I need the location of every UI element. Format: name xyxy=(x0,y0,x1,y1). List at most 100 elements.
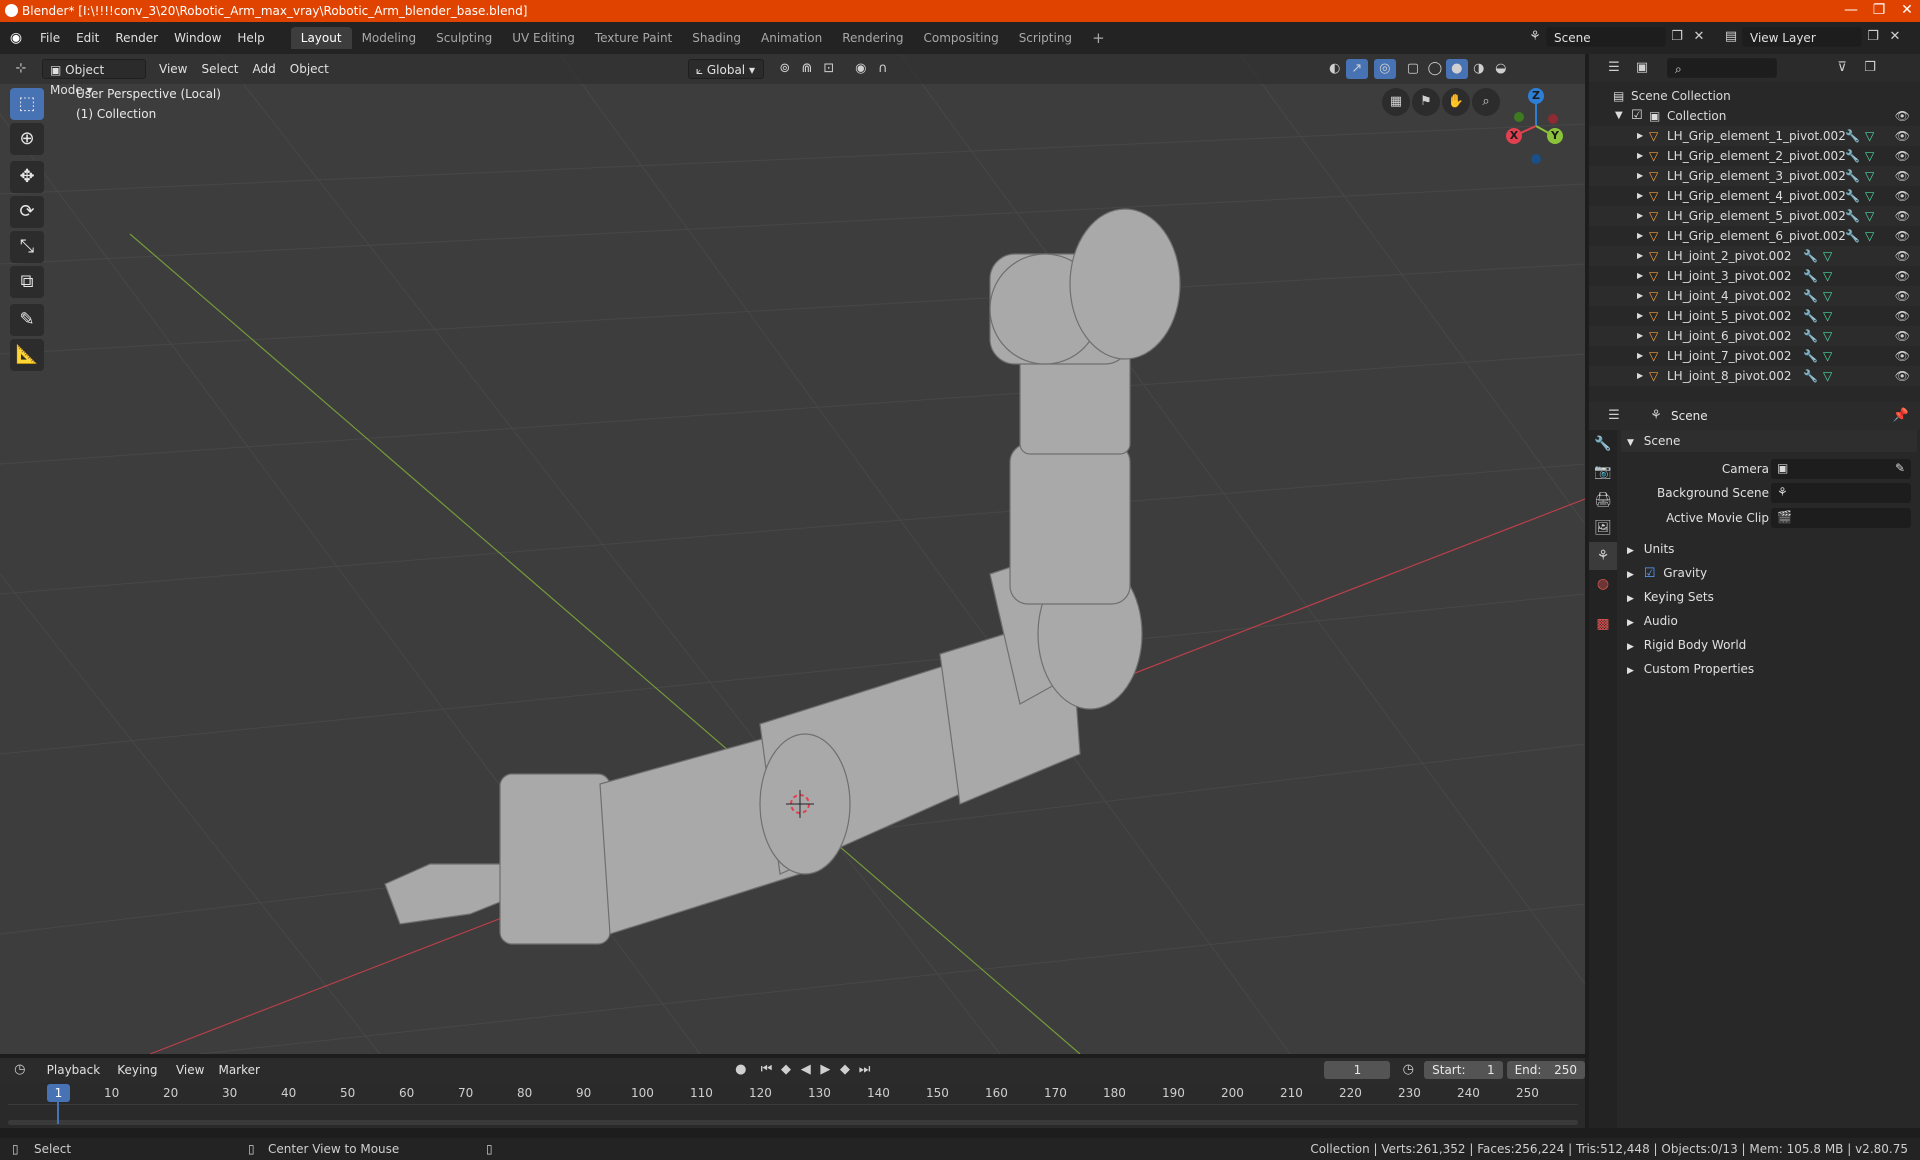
menu-render[interactable]: Render xyxy=(107,27,166,49)
outliner-item[interactable]: ▶ ▽ LH_Grip_element_3_pivot.002 🔧 ▽ 👁 xyxy=(1589,166,1920,186)
minimize-button[interactable]: — xyxy=(1836,2,1866,20)
mesh-data-icon[interactable]: ▽ xyxy=(1823,366,1832,386)
new-view-layer-icon[interactable]: ❐ xyxy=(1862,27,1884,47)
audio-panel-header[interactable]: ▶ Audio xyxy=(1627,610,1678,632)
eye-icon[interactable]: 👁 xyxy=(1895,166,1910,186)
gizmo-x[interactable]: X xyxy=(1506,128,1522,144)
tab-rendering[interactable]: Rendering xyxy=(832,27,913,49)
eye-icon[interactable]: 👁 xyxy=(1895,286,1910,306)
falloff-icon[interactable]: ∩ xyxy=(872,59,894,79)
outliner-item[interactable]: ▶ ▽ LH_Grip_element_4_pivot.002 🔧 ▽ 👁 xyxy=(1589,186,1920,206)
eye-icon[interactable]: 👁 xyxy=(1895,206,1910,226)
editor-type-icon[interactable]: ⊹ xyxy=(10,59,32,79)
pin-icon[interactable]: 📌 xyxy=(1890,406,1912,426)
move-tool-icon[interactable]: ✥ xyxy=(10,161,44,193)
menu-select[interactable]: Select xyxy=(194,59,245,79)
visibility-icon[interactable]: ◐ xyxy=(1324,59,1346,79)
eye-icon[interactable]: 👁 xyxy=(1895,326,1910,346)
mesh-data-icon[interactable]: ▽ xyxy=(1865,146,1874,166)
expand-arrow-icon[interactable]: ▶ xyxy=(1637,346,1643,366)
gravity-panel-header[interactable]: ▶ ☑ Gravity xyxy=(1627,562,1707,584)
expand-arrow-icon[interactable]: ▶ xyxy=(1637,186,1643,206)
gizmo-y[interactable]: Y xyxy=(1547,128,1563,144)
display-mode-icon[interactable]: ▣ xyxy=(1631,58,1653,78)
eye-icon[interactable]: 👁 xyxy=(1895,186,1910,206)
snap-target-icon[interactable]: ⊡ xyxy=(818,59,840,79)
properties-editor-icon[interactable]: ☰ xyxy=(1603,406,1625,426)
xray-icon[interactable]: ▢ xyxy=(1402,59,1424,79)
zoom-view-icon[interactable]: ⌕ xyxy=(1472,88,1500,116)
collection-checkbox-icon[interactable]: ☑ xyxy=(1631,106,1643,126)
units-panel-header[interactable]: ▶ Units xyxy=(1627,538,1674,560)
keying-sets-panel-header[interactable]: ▶ Keying Sets xyxy=(1627,586,1714,608)
outliner-item[interactable]: ▶ ▽ LH_Grip_element_2_pivot.002 🔧 ▽ 👁 xyxy=(1589,146,1920,166)
gizmo-neg-y[interactable] xyxy=(1514,112,1524,122)
mesh-data-icon[interactable]: ▽ xyxy=(1823,266,1832,286)
jump-start-icon[interactable]: ⏮ xyxy=(757,1060,777,1080)
tab-uv-editing[interactable]: UV Editing xyxy=(502,27,585,49)
custom-properties-panel-header[interactable]: ▶ Custom Properties xyxy=(1627,658,1754,680)
outliner-item[interactable]: ▶ ▽ LH_joint_7_pivot.002 🔧 ▽ 👁 xyxy=(1589,346,1920,366)
menu-marker[interactable]: Marker xyxy=(211,1060,266,1080)
tab-animation[interactable]: Animation xyxy=(751,27,832,49)
eyedropper-icon[interactable]: ✎ xyxy=(1895,461,1905,475)
expand-arrow-icon[interactable]: ▶ xyxy=(1637,146,1643,166)
menu-file[interactable]: File xyxy=(32,27,68,49)
scene-selector[interactable]: Scene xyxy=(1546,27,1666,47)
tab-shading[interactable]: Shading xyxy=(682,27,751,49)
modifier-icon[interactable]: 🔧 xyxy=(1803,326,1818,346)
blender-menu-icon[interactable]: ◉ xyxy=(0,30,32,46)
play-reverse-icon[interactable]: ◀ xyxy=(796,1060,816,1080)
tab-layout[interactable]: Layout xyxy=(290,27,352,49)
outliner-item[interactable]: ▶ ▽ LH_joint_3_pivot.002 🔧 ▽ 👁 xyxy=(1589,266,1920,286)
scale-tool-icon[interactable]: ⤡ xyxy=(10,231,44,263)
play-icon[interactable]: ▶ xyxy=(816,1060,836,1080)
mesh-data-icon[interactable]: ▽ xyxy=(1823,246,1832,266)
snap-icon[interactable]: ⋒ xyxy=(796,59,818,79)
rigid-body-world-panel-header[interactable]: ▶ Rigid Body World xyxy=(1627,634,1746,656)
rendered-shading-icon[interactable]: ◒ xyxy=(1490,59,1512,79)
playhead-line[interactable] xyxy=(57,1102,59,1124)
playhead-frame-indicator[interactable]: 1 xyxy=(47,1084,70,1102)
expand-arrow-icon[interactable]: ▶ xyxy=(1637,226,1643,246)
modifier-icon[interactable]: 🔧 xyxy=(1845,186,1860,206)
view-layer-tab-icon[interactable]: 🖼 xyxy=(1589,514,1617,542)
gizmo-toggle-icon[interactable]: ↗ xyxy=(1345,59,1368,79)
mesh-data-icon[interactable]: ▽ xyxy=(1865,226,1874,246)
eye-icon[interactable]: 👁 xyxy=(1895,226,1910,246)
tab-sculpting[interactable]: Sculpting xyxy=(426,27,502,49)
mesh-data-icon[interactable]: ▽ xyxy=(1823,326,1832,346)
mesh-data-icon[interactable]: ▽ xyxy=(1865,186,1874,206)
timeline-scrollbar[interactable] xyxy=(8,1120,1578,1125)
maximize-button[interactable]: ❐ xyxy=(1864,2,1894,20)
outliner-item[interactable]: ▶ ▽ LH_joint_6_pivot.002 🔧 ▽ 👁 xyxy=(1589,326,1920,346)
outliner-search-input[interactable]: ⌕ xyxy=(1667,58,1777,78)
menu-window[interactable]: Window xyxy=(166,27,229,49)
menu-object[interactable]: Object xyxy=(283,59,336,79)
texture-tab-icon[interactable]: ▩ xyxy=(1589,610,1617,638)
expand-arrow-icon[interactable]: ▶ xyxy=(1637,266,1643,286)
collapse-arrow-icon[interactable]: ▼ xyxy=(1615,106,1623,126)
eye-icon[interactable]: 👁 xyxy=(1895,246,1910,266)
start-frame-field[interactable]: Start: 1 xyxy=(1424,1061,1503,1079)
measure-tool-icon[interactable]: 📐 xyxy=(10,339,44,371)
modifier-icon[interactable]: 🔧 xyxy=(1803,346,1818,366)
expand-arrow-icon[interactable]: ▶ xyxy=(1637,326,1643,346)
mesh-data-icon[interactable]: ▽ xyxy=(1865,126,1874,146)
end-frame-field[interactable]: End: 250 xyxy=(1506,1061,1586,1079)
outliner-item[interactable]: ▶ ▽ LH_joint_2_pivot.002 🔧 ▽ 👁 xyxy=(1589,246,1920,266)
eye-icon[interactable]: 👁 xyxy=(1895,306,1910,326)
filter-icon[interactable]: ⊽ xyxy=(1831,58,1853,78)
outliner-item[interactable]: ▶ ▽ LH_joint_8_pivot.002 🔧 ▽ 👁 xyxy=(1589,366,1920,386)
outliner-scene-collection[interactable]: ▤ Scene Collection xyxy=(1589,86,1920,106)
view-layer-selector[interactable]: View Layer xyxy=(1742,27,1862,47)
material-shading-icon[interactable]: ◑ xyxy=(1468,59,1490,79)
modifier-icon[interactable]: 🔧 xyxy=(1845,126,1860,146)
timeline-editor-icon[interactable]: ◷ xyxy=(10,1060,30,1080)
expand-arrow-icon[interactable]: ▶ xyxy=(1637,126,1643,146)
overlay-toggle-icon[interactable]: ◎ xyxy=(1373,59,1396,79)
outliner-item[interactable]: ▶ ▽ LH_Grip_element_6_pivot.002 🔧 ▽ 👁 xyxy=(1589,226,1920,246)
expand-arrow-icon[interactable]: ▶ xyxy=(1637,166,1643,186)
menu-view[interactable]: View xyxy=(152,59,194,79)
wireframe-shading-icon[interactable]: ◯ xyxy=(1424,59,1446,79)
